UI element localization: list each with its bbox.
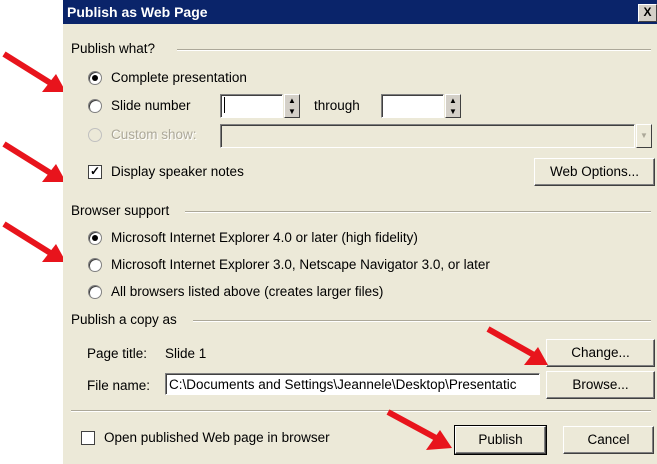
custom-show-select[interactable] <box>220 124 635 148</box>
group-divider <box>177 49 651 51</box>
slide-number-radio[interactable] <box>88 99 102 113</box>
footer-divider <box>71 410 651 412</box>
spin-down-icon[interactable]: ▼ <box>446 106 460 117</box>
ie4-radio[interactable] <box>88 231 102 245</box>
title-bar: Publish as Web Page X <box>63 0 657 24</box>
annotation-arrow-4 <box>486 326 548 365</box>
publish-what-heading: Publish what? <box>71 41 156 56</box>
page-title-value: Slide 1 <box>165 346 207 361</box>
spin-up-icon[interactable]: ▲ <box>285 95 299 106</box>
custom-show-radio[interactable] <box>88 128 102 142</box>
page-title-label: Page title: <box>87 346 148 361</box>
complete-presentation-label: Complete presentation <box>111 70 247 85</box>
all-browsers-label: All browsers listed above (creates large… <box>111 284 384 299</box>
annotation-arrow-3 <box>2 221 66 262</box>
speaker-notes-label: Display speaker notes <box>111 164 244 179</box>
browser-support-heading: Browser support <box>71 203 170 218</box>
group-divider <box>185 211 651 213</box>
slide-number-label: Slide number <box>111 98 191 113</box>
web-options-button[interactable]: Web Options... <box>534 158 655 186</box>
browse-button[interactable]: Browse... <box>546 371 655 399</box>
group-divider <box>193 320 651 322</box>
annotation-arrow-2 <box>2 141 66 182</box>
publish-copy-heading: Publish a copy as <box>71 312 177 327</box>
annotation-arrow-5 <box>386 409 452 450</box>
ie4-label: Microsoft Internet Explorer 4.0 or later… <box>111 230 418 245</box>
custom-show-label: Custom show: <box>111 127 197 142</box>
file-name-input[interactable]: C:\Documents and Settings\Jeannele\Deskt… <box>165 373 540 395</box>
slide-to-input[interactable] <box>381 94 444 118</box>
cancel-button[interactable]: Cancel <box>563 426 654 454</box>
slide-from-spinner[interactable]: ▲ ▼ <box>284 94 300 118</box>
open-in-browser-checkbox[interactable] <box>81 431 95 445</box>
speaker-notes-checkbox[interactable]: ✓ <box>88 165 102 179</box>
spin-down-icon[interactable]: ▼ <box>285 106 299 117</box>
publish-dialog: Publish as Web Page X Publish what? Comp… <box>63 0 657 464</box>
window-title: Publish as Web Page <box>67 4 208 20</box>
publish-button[interactable]: Publish <box>454 425 547 455</box>
change-title-button[interactable]: Change... <box>546 339 655 367</box>
complete-presentation-radio[interactable] <box>88 71 102 85</box>
close-button[interactable]: X <box>638 4 657 22</box>
slide-to-spinner[interactable]: ▲ ▼ <box>445 94 461 118</box>
custom-show-dropdown-button[interactable]: ▼ <box>636 124 652 148</box>
annotation-arrow-1 <box>2 51 66 92</box>
spin-up-icon[interactable]: ▲ <box>446 95 460 106</box>
open-in-browser-label: Open published Web page in browser <box>104 430 330 445</box>
through-label: through <box>314 98 360 113</box>
slide-from-input[interactable] <box>220 94 283 118</box>
file-name-label: File name: <box>87 378 151 393</box>
chevron-down-icon: ▼ <box>640 131 648 140</box>
ie3-radio[interactable] <box>88 258 102 272</box>
ie3-label: Microsoft Internet Explorer 3.0, Netscap… <box>111 257 490 272</box>
all-browsers-radio[interactable] <box>88 285 102 299</box>
text-cursor <box>224 97 225 113</box>
